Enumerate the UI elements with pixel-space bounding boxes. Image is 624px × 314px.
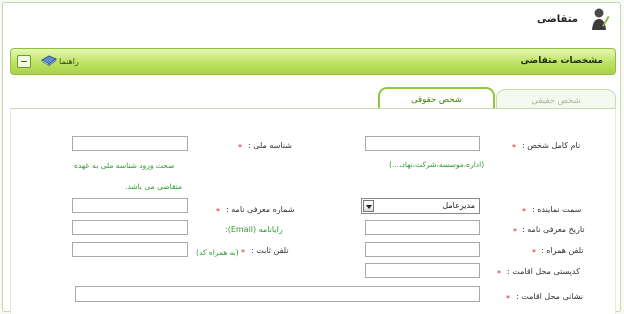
national-id-hint-line1: صحت ورود شناسه ملی به عهده <box>74 161 175 170</box>
landline-input[interactable] <box>72 242 188 257</box>
required-mark: * <box>216 207 220 216</box>
section-header-bar: مشخصات متقاضی راهنما <box>10 48 616 75</box>
required-mark: * <box>512 143 516 152</box>
representative-role-label: سمت نماینده : <box>532 205 582 214</box>
required-mark: * <box>532 248 536 257</box>
intro-letter-number-input[interactable] <box>72 198 188 213</box>
representative-role-value: مدیرعامل <box>442 201 475 210</box>
national-id-input[interactable] <box>72 136 188 151</box>
required-mark: * <box>522 207 526 216</box>
full-name-input[interactable] <box>365 136 480 151</box>
national-id-hint-line2: متقاضی می باشد. <box>125 182 182 191</box>
postal-code-input[interactable] <box>365 263 480 278</box>
help-link[interactable]: راهنما <box>59 57 79 66</box>
email-label: رایانامه (Email): <box>225 225 283 234</box>
email-input[interactable] <box>72 220 188 235</box>
landline-hint: (به همراه کد) <box>196 248 239 257</box>
book-icon[interactable] <box>41 54 57 66</box>
page-title: متقاضی <box>536 14 578 25</box>
intro-letter-date-input[interactable] <box>365 220 480 235</box>
required-mark: * <box>238 143 242 152</box>
national-id-label: شناسه ملی : <box>248 141 292 150</box>
user-edit-icon <box>592 8 610 30</box>
required-mark: * <box>506 294 510 303</box>
section-title: مشخصات متقاضی <box>520 56 603 66</box>
tab-real-person[interactable]: شخص حقیقی <box>496 89 616 110</box>
required-mark: * <box>497 269 501 278</box>
intro-letter-date-label: تاریخ معرفی نامه : <box>522 225 585 234</box>
postal-code-label: کدپستی محل اقامت : <box>507 267 580 276</box>
intro-letter-number-label: شماره معرفی نامه : <box>226 205 295 214</box>
chevron-down-icon[interactable] <box>363 200 374 212</box>
landline-label: تلفن ثابت : <box>251 246 289 255</box>
required-mark: * <box>241 248 245 257</box>
minus-icon[interactable] <box>17 55 31 68</box>
address-label: نشانی محل اقامت : <box>516 292 584 301</box>
full-name-hint: (اداره،موسسه،شرکت،نهاد،...) <box>389 160 485 169</box>
representative-role-select[interactable]: مدیرعامل <box>361 198 480 214</box>
address-input[interactable] <box>75 286 480 302</box>
full-name-label: نام کامل شخص : <box>522 141 581 150</box>
required-mark: * <box>513 227 517 236</box>
mobile-input[interactable] <box>365 242 480 257</box>
mobile-label: تلفن همراه : <box>541 246 584 255</box>
